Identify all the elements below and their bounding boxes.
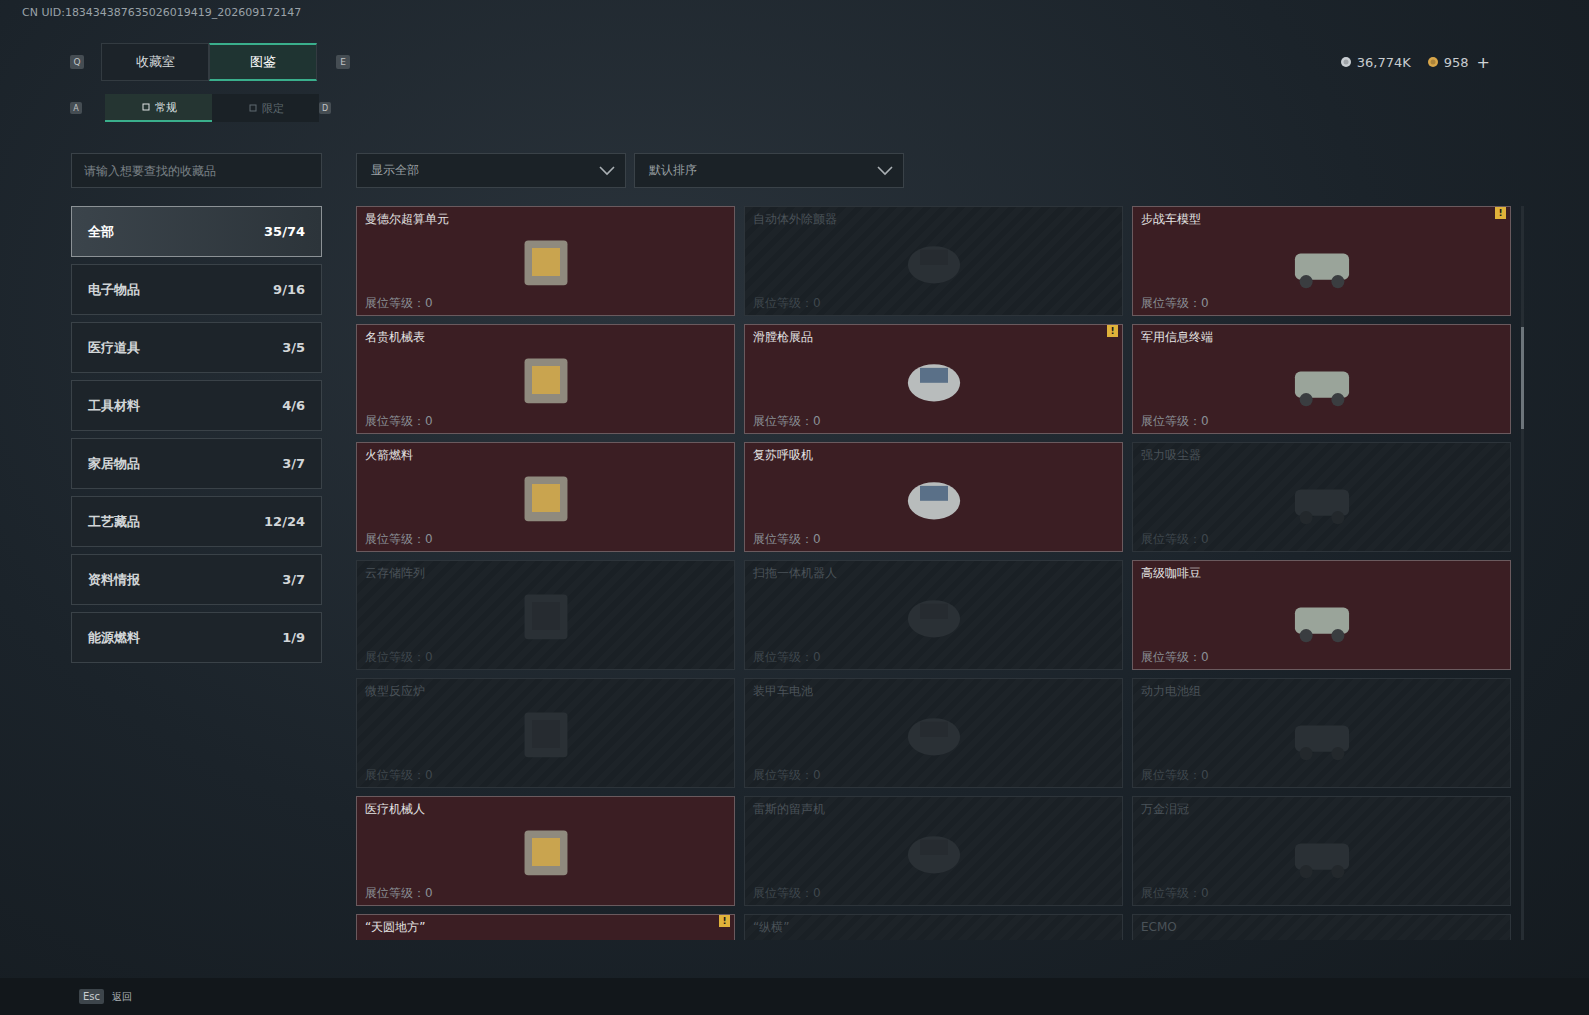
coin-icon: [1427, 56, 1439, 68]
tabs: 收藏室图鉴: [101, 43, 317, 81]
sidebar-item[interactable]: 能源燃料1/9: [71, 612, 322, 663]
sidebar-item[interactable]: 工具材料4/6: [71, 380, 322, 431]
item-card[interactable]: 微型反应炉 展位等级：0: [356, 678, 735, 788]
item-icon: [504, 701, 588, 767]
sidebar-item[interactable]: 资料情报3/7: [71, 554, 322, 605]
category-icon: [141, 102, 151, 112]
item-icon: [892, 701, 976, 767]
item-icon: [1280, 465, 1364, 531]
item-card[interactable]: 复苏呼吸机 展位等级：0: [744, 442, 1123, 552]
main-area: 全部35/74 电子物品9/16 医疗道具3/5 工具材料4/6 家居物品3/7 工艺藏品…: [0, 206, 1589, 940]
item-card[interactable]: 滑膛枪展品 展位等级：0 !: [744, 324, 1123, 434]
esc-key[interactable]: Esc: [79, 989, 104, 1004]
footer-bar: Esc 返回: [0, 978, 1589, 1015]
key-hint: Q: [70, 55, 84, 69]
item-icon: [892, 819, 976, 885]
subtab-bar: A 常规 限定 D: [0, 94, 1589, 122]
item-card[interactable]: 扫拖一体机器人 展位等级：0: [744, 560, 1123, 670]
item-icon: [1280, 229, 1364, 295]
sidebar-item[interactable]: 家居物品3/7: [71, 438, 322, 489]
sidebar-item[interactable]: 工艺藏品12/24: [71, 496, 322, 547]
notice-badge: !: [1107, 325, 1118, 337]
subtab[interactable]: 常规: [105, 94, 212, 122]
item-grid: 曼德尔超算单元 展位等级：0 自动体外除颤器 展位等级：0 步战车模型 展位等级…: [356, 206, 1511, 940]
item-card[interactable]: ECMO: [1132, 914, 1511, 940]
item-card[interactable]: 军用信息终端 展位等级：0: [1132, 324, 1511, 434]
search-input[interactable]: [71, 153, 322, 188]
tab-bar: Q 收藏室图鉴 E 36,774K 958 +: [0, 43, 1589, 81]
key-hint: A: [70, 102, 82, 114]
item-card[interactable]: 万金泪冠 展位等级：0: [1132, 796, 1511, 906]
currency-bar: 36,774K 958 +: [1340, 53, 1490, 72]
item-icon: [504, 819, 588, 885]
item-card[interactable]: 步战车模型 展位等级：0 !: [1132, 206, 1511, 316]
tab[interactable]: 收藏室: [101, 43, 209, 81]
item-card[interactable]: “纵横”: [744, 914, 1123, 940]
item-card[interactable]: 曼德尔超算单元 展位等级：0: [356, 206, 735, 316]
item-card[interactable]: 雷斯的留声机 展位等级：0: [744, 796, 1123, 906]
dropdown[interactable]: 显示全部: [356, 153, 626, 188]
item-card[interactable]: 火箭燃料 展位等级：0: [356, 442, 735, 552]
item-icon: [1280, 347, 1364, 413]
subtabs: 常规 限定: [105, 94, 319, 122]
currency: 958: [1427, 55, 1469, 70]
sidebar-item[interactable]: 电子物品9/16: [71, 264, 322, 315]
item-icon: [504, 347, 588, 413]
sidebar-item[interactable]: 医疗道具3/5: [71, 322, 322, 373]
notice-badge: !: [719, 915, 730, 927]
sidebar: 全部35/74 电子物品9/16 医疗道具3/5 工具材料4/6 家居物品3/7 工艺藏品…: [71, 206, 322, 940]
key-hint: D: [319, 102, 331, 114]
item-icon: [892, 347, 976, 413]
item-icon: [1280, 583, 1364, 649]
item-card[interactable]: 高级咖啡豆 展位等级：0: [1132, 560, 1511, 670]
subtab[interactable]: 限定: [212, 94, 319, 122]
item-card[interactable]: 名贵机械表 展位等级：0: [356, 324, 735, 434]
item-icon: [504, 465, 588, 531]
currency: 36,774K: [1340, 55, 1411, 70]
back-label[interactable]: 返回: [112, 990, 132, 1004]
item-card[interactable]: “天圆地方” !: [356, 914, 735, 940]
category-icon: [248, 103, 258, 113]
item-card[interactable]: 云存储阵列 展位等级：0: [356, 560, 735, 670]
sidebar-item[interactable]: 全部35/74: [71, 206, 322, 257]
coin-icon: [1340, 56, 1352, 68]
item-icon: [1280, 701, 1364, 767]
item-icon: [504, 229, 588, 295]
key-hint: E: [336, 55, 350, 69]
item-icon: [892, 229, 976, 295]
item-icon: [892, 465, 976, 531]
item-icon: [892, 583, 976, 649]
item-icon: [1280, 819, 1364, 885]
dropdown[interactable]: 默认排序: [634, 153, 904, 188]
item-card[interactable]: 医疗机械人 展位等级：0: [356, 796, 735, 906]
dropdowns: 显示全部 默认排序: [356, 153, 904, 188]
item-card[interactable]: 强力吸尘器 展位等级：0: [1132, 442, 1511, 552]
item-icon: [504, 583, 588, 649]
filter-bar: 显示全部 默认排序: [0, 153, 1589, 188]
scrollbar[interactable]: [1521, 206, 1524, 940]
item-grid-area: 曼德尔超算单元 展位等级：0 自动体外除颤器 展位等级：0 步战车模型 展位等级…: [356, 206, 1524, 940]
chevron-icon: [877, 166, 893, 176]
item-card[interactable]: 装甲车电池 展位等级：0: [744, 678, 1123, 788]
add-button[interactable]: +: [1477, 53, 1490, 72]
collection-screen: CN UID:183434387635026019419_20260917214…: [0, 0, 1589, 1015]
item-card[interactable]: 动力电池组 展位等级：0: [1132, 678, 1511, 788]
uid-label: CN UID:183434387635026019419_20260917214…: [0, 0, 1589, 22]
notice-badge: !: [1495, 207, 1506, 219]
item-card[interactable]: 自动体外除颤器 展位等级：0: [744, 206, 1123, 316]
tab[interactable]: 图鉴: [209, 43, 317, 81]
chevron-icon: [599, 166, 615, 176]
